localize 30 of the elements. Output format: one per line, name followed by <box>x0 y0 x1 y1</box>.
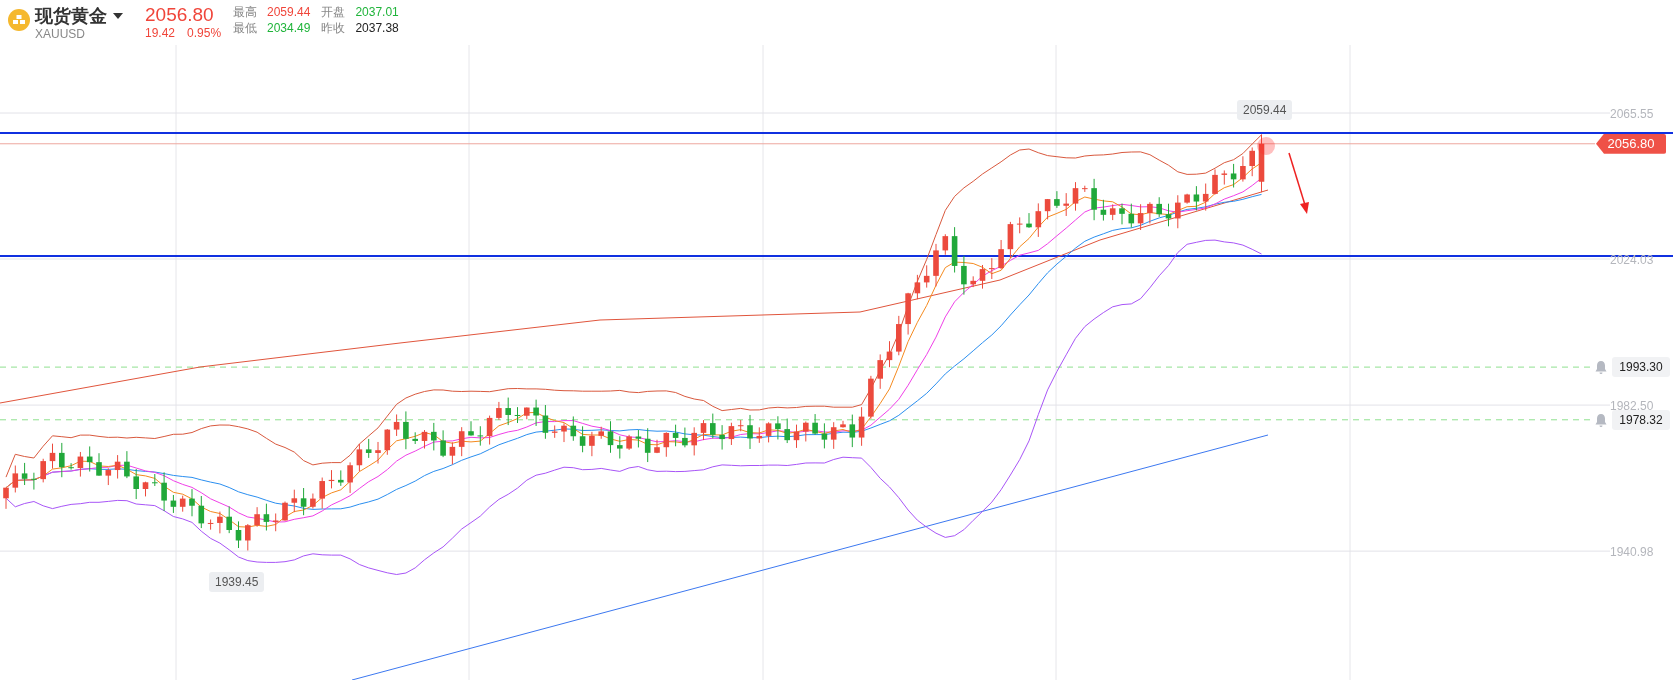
stat-value: 2037.01 <box>355 5 399 20</box>
stat-value: 2034.49 <box>267 21 311 36</box>
high-price-label: 2059.44 <box>1237 100 1293 120</box>
low-price-label: 1939.45 <box>209 572 265 592</box>
stat-label: 开盘 <box>321 5 346 20</box>
stat-label: 最低 <box>233 21 257 36</box>
stat-label: 昨收 <box>321 21 346 36</box>
horizontal-line[interactable] <box>0 132 1673 134</box>
price-axis-label: 2024.03 <box>1610 253 1654 268</box>
change-percent: 0.95% <box>187 25 222 41</box>
alert-price-label[interactable]: 1978.32 <box>1612 409 1670 430</box>
current-price-tag: 2056.80 <box>1596 133 1666 154</box>
bell-icon[interactable] <box>1594 412 1608 428</box>
down-arrow[interactable] <box>1288 152 1309 214</box>
glow-marker <box>1257 137 1275 155</box>
price-change: 19.42 <box>145 25 176 41</box>
stat-value: 2059.44 <box>267 5 311 20</box>
price-axis-label: 2065.55 <box>1610 107 1654 121</box>
stat-value: 2037.38 <box>355 21 399 36</box>
current-price: 2056.80 <box>145 5 215 25</box>
bell-icon[interactable] <box>1594 360 1608 376</box>
ingot-icon <box>8 9 30 31</box>
caret-icon[interactable] <box>113 13 123 19</box>
alert-price-label[interactable]: 1993.30 <box>1612 357 1670 378</box>
instrument-symbol: XAUUSD <box>35 27 86 41</box>
price-axis-label: 1940.98 <box>1610 545 1654 560</box>
horizontal-line[interactable] <box>0 255 1673 257</box>
stat-label: 最高 <box>233 5 257 20</box>
instrument-name[interactable]: 现货黄金 <box>35 5 107 27</box>
trend-line[interactable] <box>351 434 1269 680</box>
